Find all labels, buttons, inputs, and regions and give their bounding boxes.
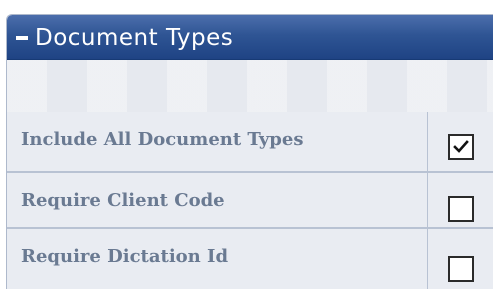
require-client-code-checkbox[interactable] xyxy=(448,196,474,222)
option-row-require-dictation-id: Require Dictation Id xyxy=(7,228,493,289)
panel-spacer xyxy=(7,60,493,112)
section-header[interactable]: Document Types xyxy=(7,15,493,60)
document-types-panel: Document Types Include All Document Type… xyxy=(6,14,493,289)
option-label-require-client-code: Require Client Code xyxy=(21,190,225,211)
checkmark-icon xyxy=(453,140,469,153)
require-dictation-id-checkbox[interactable] xyxy=(448,256,474,282)
option-row-require-client-code: Require Client Code xyxy=(7,172,493,228)
option-label-require-dictation-id: Require Dictation Id xyxy=(21,246,229,267)
option-row-include-all-document-types: Include All Document Types xyxy=(7,112,493,172)
include-all-document-types-checkbox[interactable] xyxy=(448,134,474,160)
option-label-include-all-document-types: Include All Document Types xyxy=(21,129,304,150)
section-title: Document Types xyxy=(35,25,234,51)
minus-icon[interactable] xyxy=(16,36,28,40)
